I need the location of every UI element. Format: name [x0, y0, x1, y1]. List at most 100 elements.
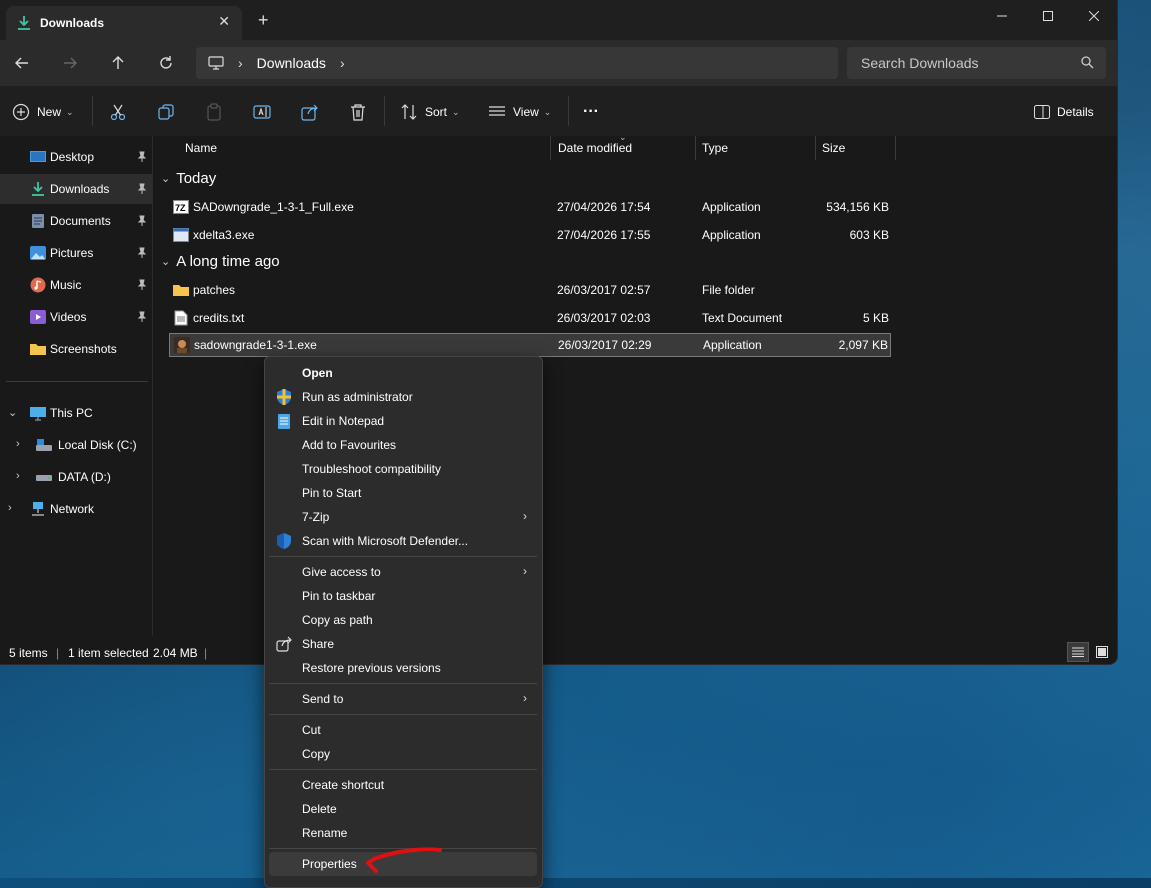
cut-button[interactable] [109, 100, 127, 124]
menu-item-7zip[interactable]: 7-Zip › [269, 505, 537, 529]
menu-item-pin-start[interactable]: Pin to Start [269, 481, 537, 505]
menu-item-send-to[interactable]: Send to › [269, 687, 537, 711]
menu-item-give-access[interactable]: Give access to › [269, 560, 537, 584]
file-row[interactable]: 7Z SADowngrade_1-3-1_Full.exe 27/04/2026… [169, 196, 891, 218]
rename-button[interactable] [253, 100, 271, 124]
new-tab-button[interactable]: + [258, 10, 269, 31]
sort-icon [401, 104, 417, 120]
sidebar-item-music[interactable]: Music [0, 270, 152, 300]
search-placeholder[interactable]: Search Downloads [861, 55, 979, 71]
chevron-down-icon[interactable]: ⌄ [8, 406, 17, 419]
search-box[interactable]: Search Downloads [847, 47, 1106, 79]
close-tab-icon[interactable]: ✕ [218, 13, 230, 30]
sidebar-item-downloads[interactable]: Downloads [0, 174, 152, 204]
menu-item-pin-taskbar[interactable]: Pin to taskbar [269, 584, 537, 608]
menu-item-copy-path[interactable]: Copy as path [269, 608, 537, 632]
breadcrumb-chevron-icon[interactable]: › [238, 55, 243, 71]
back-button[interactable] [10, 52, 34, 74]
pin-icon[interactable] [136, 311, 148, 323]
column-header-size[interactable]: Size [822, 141, 845, 165]
sidebar-item-local-disk-c[interactable]: › Local Disk (C:) [0, 430, 152, 460]
menu-label: Create shortcut [302, 778, 385, 792]
maximize-button[interactable] [1025, 0, 1071, 32]
up-button[interactable] [106, 52, 130, 74]
menu-item-create-shortcut[interactable]: Create shortcut [269, 773, 537, 797]
chevron-right-icon[interactable]: › [16, 470, 20, 482]
sidebar-item-this-pc[interactable]: ⌄ This PC [0, 398, 152, 428]
file-row[interactable]: patches 26/03/2017 02:57 File folder [169, 279, 891, 301]
chevron-right-icon[interactable]: › [16, 438, 20, 450]
sidebar-item-network[interactable]: › Network [0, 494, 152, 524]
address-bar[interactable]: › Downloads › [196, 47, 838, 79]
details-button[interactable]: Details [1034, 100, 1094, 124]
file-row[interactable]: xdelta3.exe 27/04/2026 17:55 Application… [169, 224, 891, 246]
menu-item-scan-defender[interactable]: Scan with Microsoft Defender... [269, 529, 537, 553]
sidebar-item-pictures[interactable]: Pictures [0, 238, 152, 268]
breadcrumb-chevron-icon[interactable]: › [340, 55, 345, 71]
menu-item-run-as-admin[interactable]: Run as administrator [269, 385, 537, 409]
close-window-button[interactable] [1071, 0, 1117, 32]
pin-icon[interactable] [136, 151, 148, 163]
breadcrumb-downloads[interactable]: Downloads [257, 55, 326, 71]
file-size: 534,156 KB [826, 200, 889, 214]
sidebar-item-videos[interactable]: Videos [0, 302, 152, 332]
pin-icon[interactable] [136, 183, 148, 195]
refresh-button[interactable] [154, 52, 178, 74]
pin-icon[interactable] [136, 279, 148, 291]
file-row[interactable]: credits.txt 26/03/2017 02:03 Text Docume… [169, 307, 891, 329]
pin-icon[interactable] [136, 247, 148, 259]
sidebar-item-data-d[interactable]: › DATA (D:) [0, 462, 152, 492]
pin-icon[interactable] [136, 215, 148, 227]
column-header-date[interactable]: Date modified [558, 141, 632, 165]
column-header-name[interactable]: Name [185, 141, 217, 165]
new-button[interactable]: New ⌄ [12, 100, 74, 124]
menu-item-add-favourites[interactable]: Add to Favourites [269, 433, 537, 457]
column-divider[interactable] [550, 136, 551, 160]
forward-button[interactable] [58, 52, 82, 74]
notepad-icon [278, 414, 290, 429]
tab-downloads[interactable]: Downloads ✕ [6, 6, 242, 40]
sidebar-item-screenshots[interactable]: Screenshots [0, 334, 152, 364]
chevron-down-icon: ⌄ [161, 256, 171, 268]
sidebar-item-desktop[interactable]: Desktop [0, 142, 152, 172]
file-row-selected[interactable]: sadowngrade1-3-1.exe 26/03/2017 02:29 Ap… [169, 333, 891, 357]
column-divider[interactable] [815, 136, 816, 160]
command-bar: New ⌄ Sort ⌄ View ⌄ ··· Details [0, 86, 1117, 137]
share-button[interactable] [301, 100, 319, 124]
status-bar: 5 items | 1 item selected 2.04 MB | [0, 636, 1117, 664]
view-list-icon [489, 106, 505, 116]
more-options-button[interactable]: ··· [583, 100, 599, 124]
minimize-button[interactable] [979, 0, 1025, 32]
menu-item-troubleshoot[interactable]: Troubleshoot compatibility [269, 457, 537, 481]
menu-item-open[interactable]: Open [269, 361, 537, 385]
menu-item-rename[interactable]: Rename [269, 821, 537, 845]
details-view-button[interactable] [1067, 642, 1089, 662]
column-divider[interactable] [695, 136, 696, 160]
tiles-view-button[interactable] [1091, 642, 1113, 662]
menu-separator [269, 683, 537, 684]
column-header-type[interactable]: Type [702, 141, 728, 165]
defender-shield-icon [277, 533, 291, 549]
copy-button[interactable] [157, 100, 175, 124]
sort-button[interactable]: Sort ⌄ [400, 100, 460, 124]
menu-item-share[interactable]: Share [269, 632, 537, 656]
search-icon[interactable] [1080, 55, 1094, 69]
download-icon [18, 16, 30, 30]
sidebar-item-documents[interactable]: Documents [0, 206, 152, 236]
chevron-right-icon[interactable]: › [8, 502, 12, 514]
view-button[interactable]: View ⌄ [488, 100, 551, 124]
menu-item-delete[interactable]: Delete [269, 797, 537, 821]
group-header-today[interactable]: ⌄ Today [161, 170, 216, 187]
paste-button[interactable] [205, 100, 223, 124]
clipboard-icon [207, 103, 221, 121]
menu-item-cut[interactable]: Cut [269, 718, 537, 742]
group-header-long-ago[interactable]: ⌄ A long time ago [161, 253, 280, 270]
menu-item-copy[interactable]: Copy [269, 742, 537, 766]
status-divider: | [204, 646, 208, 660]
delete-button[interactable] [349, 100, 367, 124]
menu-item-restore-versions[interactable]: Restore previous versions [269, 656, 537, 680]
menu-label: Edit in Notepad [302, 414, 385, 428]
column-divider[interactable] [895, 136, 896, 160]
menu-item-edit-notepad[interactable]: Edit in Notepad [269, 409, 537, 433]
file-explorer-window: Downloads ✕ + › Downloads › Search Downl… [0, 0, 1117, 664]
